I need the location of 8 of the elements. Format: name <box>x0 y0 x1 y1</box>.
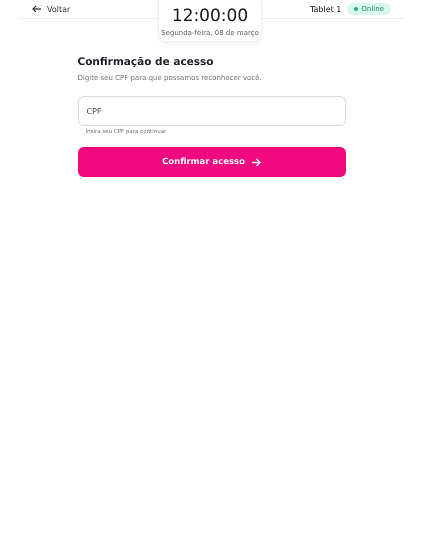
cpf-input-field[interactable]: CPF <box>78 96 346 126</box>
back-button[interactable]: Voltar <box>32 4 70 14</box>
arrow-right-icon <box>250 158 261 166</box>
device-name: Tablet 1 <box>310 4 342 14</box>
form-title: Confirmação de acesso <box>78 56 214 68</box>
arrow-left-icon <box>32 5 42 13</box>
clock-time: 12:00:00 <box>172 6 248 26</box>
confirm-button[interactable]: Confirmar acesso <box>78 147 346 177</box>
